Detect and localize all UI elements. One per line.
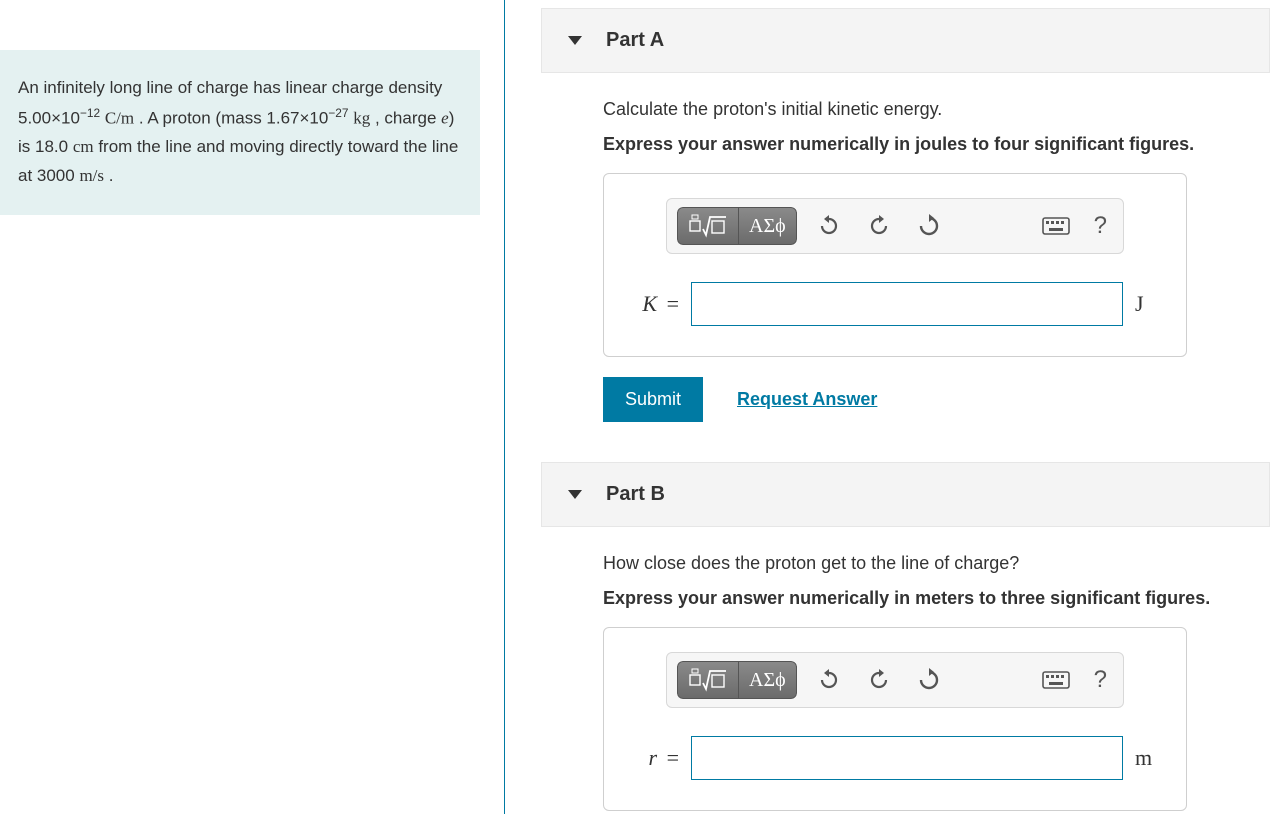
- fraction-root-icon: [688, 667, 728, 693]
- part-a-question: Calculate the proton's initial kinetic e…: [541, 99, 1270, 120]
- part-b-title: Part B: [606, 483, 665, 506]
- part-a-input-row: K = J: [622, 282, 1168, 326]
- greek-button[interactable]: ΑΣϕ: [738, 661, 797, 699]
- formula-toolbar: ΑΣϕ ?: [666, 198, 1124, 254]
- chevron-down-icon[interactable]: [568, 490, 582, 499]
- part-a-input[interactable]: [691, 282, 1123, 326]
- part-a-lhs: K =: [631, 291, 679, 317]
- help-icon[interactable]: ?: [1088, 666, 1113, 694]
- math-button-group: ΑΣϕ: [677, 661, 797, 699]
- math-button-group: ΑΣϕ: [677, 207, 797, 245]
- greek-label: ΑΣϕ: [749, 669, 786, 692]
- redo-icon[interactable]: [861, 662, 897, 698]
- keyboard-icon[interactable]: [1038, 662, 1074, 698]
- reset-icon[interactable]: [911, 662, 947, 698]
- request-answer-link[interactable]: Request Answer: [737, 389, 877, 410]
- greek-button[interactable]: ΑΣϕ: [738, 207, 797, 245]
- undo-icon[interactable]: [811, 662, 847, 698]
- answer-panel: Part A Calculate the proton's initial ki…: [505, 0, 1270, 814]
- part-a-answer-block: ΑΣϕ ? K = J: [603, 173, 1187, 357]
- redo-icon[interactable]: [861, 208, 897, 244]
- part-b-header[interactable]: Part B: [541, 462, 1270, 527]
- keyboard-icon[interactable]: [1038, 208, 1074, 244]
- part-b-answer-block: ΑΣϕ ? r = m: [603, 627, 1187, 811]
- submit-button[interactable]: Submit: [603, 377, 703, 422]
- part-a-title: Part A: [606, 29, 664, 52]
- chevron-down-icon[interactable]: [568, 36, 582, 45]
- greek-label: ΑΣϕ: [749, 215, 786, 238]
- part-b-input[interactable]: [691, 736, 1123, 780]
- problem-panel: An infinitely long line of charge has li…: [0, 0, 505, 814]
- template-button[interactable]: [677, 207, 738, 245]
- part-b-instruction: Express your answer numerically in meter…: [541, 588, 1270, 609]
- undo-icon[interactable]: [811, 208, 847, 244]
- part-a-buttons: Submit Request Answer: [603, 377, 1270, 422]
- part-b-question: How close does the proton get to the lin…: [541, 553, 1270, 574]
- part-a-instruction: Express your answer numerically in joule…: [541, 134, 1270, 155]
- template-button[interactable]: [677, 661, 738, 699]
- part-b-lhs: r =: [631, 745, 679, 771]
- part-b-unit: m: [1135, 745, 1159, 771]
- formula-toolbar: ΑΣϕ ?: [666, 652, 1124, 708]
- help-icon[interactable]: ?: [1088, 212, 1113, 240]
- part-b-input-row: r = m: [622, 736, 1168, 780]
- part-a-unit: J: [1135, 291, 1159, 317]
- part-a-header[interactable]: Part A: [541, 8, 1270, 73]
- reset-icon[interactable]: [911, 208, 947, 244]
- problem-statement: An infinitely long line of charge has li…: [0, 50, 480, 215]
- fraction-root-icon: [688, 213, 728, 239]
